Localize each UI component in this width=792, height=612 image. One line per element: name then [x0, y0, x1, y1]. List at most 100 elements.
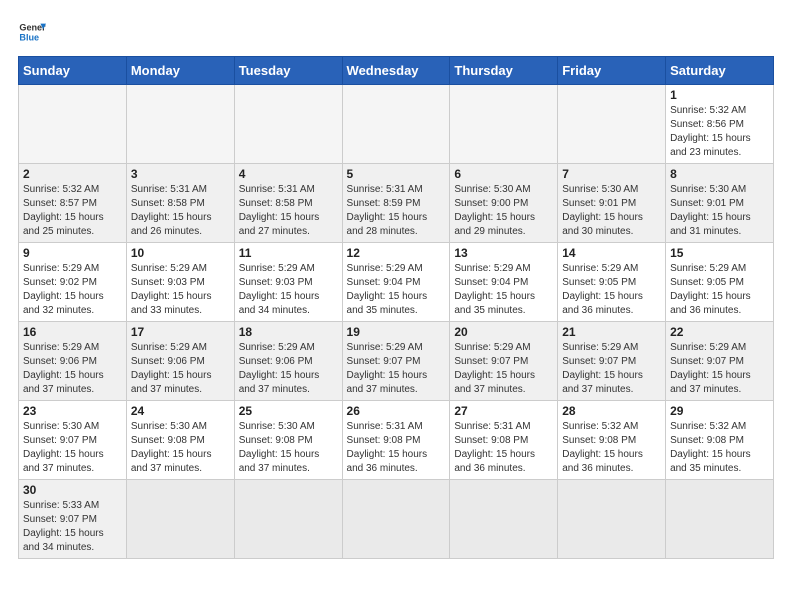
- calendar-week-row: 16 Sunrise: 5:29 AM Sunset: 9:06 PM Dayli…: [19, 322, 774, 401]
- day-info: Sunrise: 5:30 AM Sunset: 9:08 PM Dayligh…: [131, 420, 230, 476]
- calendar-header-wednesday: Wednesday: [342, 57, 450, 85]
- day-number: 24: [131, 404, 230, 418]
- page: General Blue SundayMondayTuesdayWednesda…: [0, 0, 792, 577]
- calendar-cell: 15 Sunrise: 5:29 AM Sunset: 9:05 PM Dayli…: [666, 243, 774, 322]
- calendar-cell: 20Sunrise: 5:29 AM Sunset: 9:07 PM Dayli…: [450, 322, 558, 401]
- day-number: 6: [454, 167, 553, 181]
- calendar-cell: 30 Sunrise: 5:33 AM Sunset: 9:07 PM Dayli…: [19, 480, 127, 559]
- calendar-cell: [450, 480, 558, 559]
- calendar-cell: [234, 480, 342, 559]
- day-info: Sunrise: 5:29 AM Sunset: 9:06 PM Dayligh…: [131, 341, 230, 397]
- day-info: Sunrise: 5:29 AM Sunset: 9:05 PM Dayligh…: [562, 262, 661, 318]
- calendar-cell: 25Sunrise: 5:30 AM Sunset: 9:08 PM Dayli…: [234, 401, 342, 480]
- day-number: 5: [347, 167, 446, 181]
- calendar-cell: 28 Sunrise: 5:32 AM Sunset: 9:08 PM Dayli…: [558, 401, 666, 480]
- day-info: Sunrise: 5:29 AM Sunset: 9:04 PM Dayligh…: [347, 262, 446, 318]
- day-info: Sunrise: 5:29 AM Sunset: 9:07 PM Dayligh…: [347, 341, 446, 397]
- day-info: Sunrise: 5:31 AM Sunset: 8:59 PM Dayligh…: [347, 183, 446, 239]
- day-info: Sunrise: 5:33 AM Sunset: 9:07 PM Dayligh…: [23, 499, 122, 555]
- day-info: Sunrise: 5:29 AM Sunset: 9:05 PM Dayligh…: [670, 262, 769, 318]
- calendar-cell: 2 Sunrise: 5:32 AM Sunset: 8:57 PM Daylig…: [19, 164, 127, 243]
- day-number: 11: [239, 246, 338, 260]
- calendar-cell: [450, 85, 558, 164]
- day-info: Sunrise: 5:29 AM Sunset: 9:06 PM Dayligh…: [23, 341, 122, 397]
- day-info: Sunrise: 5:29 AM Sunset: 9:03 PM Dayligh…: [239, 262, 338, 318]
- day-number: 9: [23, 246, 122, 260]
- day-number: 27: [454, 404, 553, 418]
- calendar-cell: 21Sunrise: 5:29 AM Sunset: 9:07 PM Dayli…: [558, 322, 666, 401]
- day-info: Sunrise: 5:31 AM Sunset: 8:58 PM Dayligh…: [131, 183, 230, 239]
- calendar-cell: 27 Sunrise: 5:31 AM Sunset: 9:08 PM Dayli…: [450, 401, 558, 480]
- day-number: 22: [670, 325, 769, 339]
- day-number: 20: [454, 325, 553, 339]
- day-info: Sunrise: 5:30 AM Sunset: 9:01 PM Dayligh…: [670, 183, 769, 239]
- calendar-cell: 19 Sunrise: 5:29 AM Sunset: 9:07 PM Dayli…: [342, 322, 450, 401]
- day-info: Sunrise: 5:30 AM Sunset: 9:00 PM Dayligh…: [454, 183, 553, 239]
- day-number: 29: [670, 404, 769, 418]
- calendar-header-friday: Friday: [558, 57, 666, 85]
- day-number: 4: [239, 167, 338, 181]
- calendar-cell: 29Sunrise: 5:32 AM Sunset: 9:08 PM Dayli…: [666, 401, 774, 480]
- svg-text:Blue: Blue: [19, 32, 39, 42]
- calendar-week-row: 1Sunrise: 5:32 AM Sunset: 8:56 PM Daylig…: [19, 85, 774, 164]
- day-number: 19: [347, 325, 446, 339]
- calendar-header-row: SundayMondayTuesdayWednesdayThursdayFrid…: [19, 57, 774, 85]
- calendar-cell: 3 Sunrise: 5:31 AM Sunset: 8:58 PM Daylig…: [126, 164, 234, 243]
- calendar-cell: 8 Sunrise: 5:30 AM Sunset: 9:01 PM Daylig…: [666, 164, 774, 243]
- day-info: Sunrise: 5:29 AM Sunset: 9:04 PM Dayligh…: [454, 262, 553, 318]
- calendar-cell: [126, 480, 234, 559]
- calendar-cell: 26Sunrise: 5:31 AM Sunset: 9:08 PM Dayli…: [342, 401, 450, 480]
- calendar-week-row: 30 Sunrise: 5:33 AM Sunset: 9:07 PM Dayli…: [19, 480, 774, 559]
- day-info: Sunrise: 5:32 AM Sunset: 8:57 PM Dayligh…: [23, 183, 122, 239]
- day-info: Sunrise: 5:29 AM Sunset: 9:07 PM Dayligh…: [562, 341, 661, 397]
- generalblue-logo-icon: General Blue: [18, 18, 46, 46]
- calendar-header-tuesday: Tuesday: [234, 57, 342, 85]
- calendar-table: SundayMondayTuesdayWednesdayThursdayFrid…: [18, 56, 774, 559]
- day-number: 3: [131, 167, 230, 181]
- day-info: Sunrise: 5:32 AM Sunset: 8:56 PM Dayligh…: [670, 104, 769, 160]
- header: General Blue: [18, 18, 774, 46]
- day-info: Sunrise: 5:32 AM Sunset: 9:08 PM Dayligh…: [562, 420, 661, 476]
- day-number: 2: [23, 167, 122, 181]
- day-number: 7: [562, 167, 661, 181]
- day-number: 28: [562, 404, 661, 418]
- day-number: 8: [670, 167, 769, 181]
- calendar-cell: 22 Sunrise: 5:29 AM Sunset: 9:07 PM Dayli…: [666, 322, 774, 401]
- calendar-cell: [126, 85, 234, 164]
- calendar-cell: 4 Sunrise: 5:31 AM Sunset: 8:58 PM Daylig…: [234, 164, 342, 243]
- calendar-cell: [342, 85, 450, 164]
- calendar-week-row: 2 Sunrise: 5:32 AM Sunset: 8:57 PM Daylig…: [19, 164, 774, 243]
- day-info: Sunrise: 5:29 AM Sunset: 9:03 PM Dayligh…: [131, 262, 230, 318]
- day-info: Sunrise: 5:31 AM Sunset: 8:58 PM Dayligh…: [239, 183, 338, 239]
- calendar-cell: 7 Sunrise: 5:30 AM Sunset: 9:01 PM Daylig…: [558, 164, 666, 243]
- day-number: 30: [23, 483, 122, 497]
- day-info: Sunrise: 5:29 AM Sunset: 9:02 PM Dayligh…: [23, 262, 122, 318]
- calendar-cell: [234, 85, 342, 164]
- calendar-cell: [342, 480, 450, 559]
- day-number: 25: [239, 404, 338, 418]
- day-number: 23: [23, 404, 122, 418]
- day-number: 18: [239, 325, 338, 339]
- calendar-cell: 6 Sunrise: 5:30 AM Sunset: 9:00 PM Daylig…: [450, 164, 558, 243]
- day-info: Sunrise: 5:30 AM Sunset: 9:07 PM Dayligh…: [23, 420, 122, 476]
- day-info: Sunrise: 5:31 AM Sunset: 9:08 PM Dayligh…: [454, 420, 553, 476]
- calendar-cell: [19, 85, 127, 164]
- day-info: Sunrise: 5:30 AM Sunset: 9:01 PM Dayligh…: [562, 183, 661, 239]
- day-number: 16: [23, 325, 122, 339]
- day-number: 12: [347, 246, 446, 260]
- calendar-header-sunday: Sunday: [19, 57, 127, 85]
- calendar-cell: [558, 480, 666, 559]
- calendar-cell: 18Sunrise: 5:29 AM Sunset: 9:06 PM Dayli…: [234, 322, 342, 401]
- logo: General Blue: [18, 18, 46, 46]
- calendar-cell: [666, 480, 774, 559]
- day-info: Sunrise: 5:29 AM Sunset: 9:07 PM Dayligh…: [670, 341, 769, 397]
- calendar-cell: 14Sunrise: 5:29 AM Sunset: 9:05 PM Dayli…: [558, 243, 666, 322]
- calendar-cell: 13 Sunrise: 5:29 AM Sunset: 9:04 PM Dayli…: [450, 243, 558, 322]
- day-number: 15: [670, 246, 769, 260]
- calendar-cell: 5 Sunrise: 5:31 AM Sunset: 8:59 PM Daylig…: [342, 164, 450, 243]
- calendar-cell: 1Sunrise: 5:32 AM Sunset: 8:56 PM Daylig…: [666, 85, 774, 164]
- calendar-week-row: 23 Sunrise: 5:30 AM Sunset: 9:07 PM Dayli…: [19, 401, 774, 480]
- calendar-cell: [558, 85, 666, 164]
- day-number: 26: [347, 404, 446, 418]
- day-number: 13: [454, 246, 553, 260]
